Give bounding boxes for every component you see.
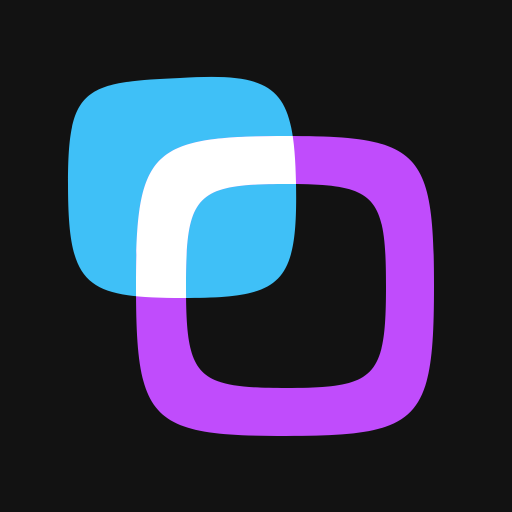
overlapping-squircles-logo-icon bbox=[0, 0, 512, 512]
app-icon-canvas bbox=[0, 0, 512, 512]
